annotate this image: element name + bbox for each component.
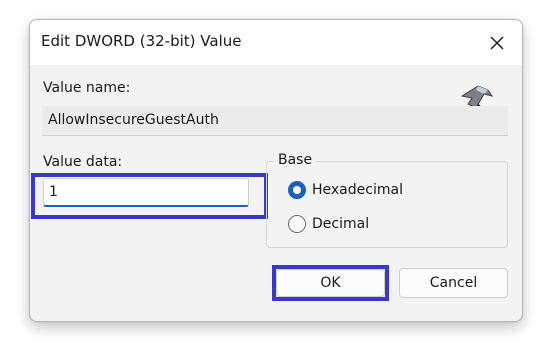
value-name-field: AllowInsecureGuestAuth bbox=[42, 106, 508, 136]
base-legend: Base bbox=[274, 152, 317, 168]
close-button[interactable] bbox=[482, 28, 512, 58]
value-data-input[interactable] bbox=[43, 178, 249, 207]
ok-button[interactable]: OK bbox=[276, 269, 385, 297]
value-name-text: AllowInsecureGuestAuth bbox=[48, 112, 219, 128]
cancel-button[interactable]: Cancel bbox=[399, 268, 508, 298]
radio-checked-icon bbox=[288, 181, 306, 199]
radio-decimal[interactable]: Decimal bbox=[288, 213, 369, 235]
title-bar: Edit DWORD (32-bit) Value bbox=[30, 20, 522, 65]
radio-unchecked-icon bbox=[288, 215, 306, 233]
value-data-label: Value data: bbox=[43, 154, 123, 170]
dialog-title: Edit DWORD (32-bit) Value bbox=[41, 32, 242, 50]
value-name-label: Value name: bbox=[43, 80, 131, 96]
radio-hexadecimal-label: Hexadecimal bbox=[312, 182, 403, 198]
edit-dword-dialog: Edit DWORD (32-bit) Value Value name: Al… bbox=[29, 19, 523, 322]
close-icon bbox=[490, 36, 504, 50]
radio-decimal-label: Decimal bbox=[312, 216, 370, 232]
radio-hexadecimal[interactable]: Hexadecimal bbox=[288, 179, 403, 201]
